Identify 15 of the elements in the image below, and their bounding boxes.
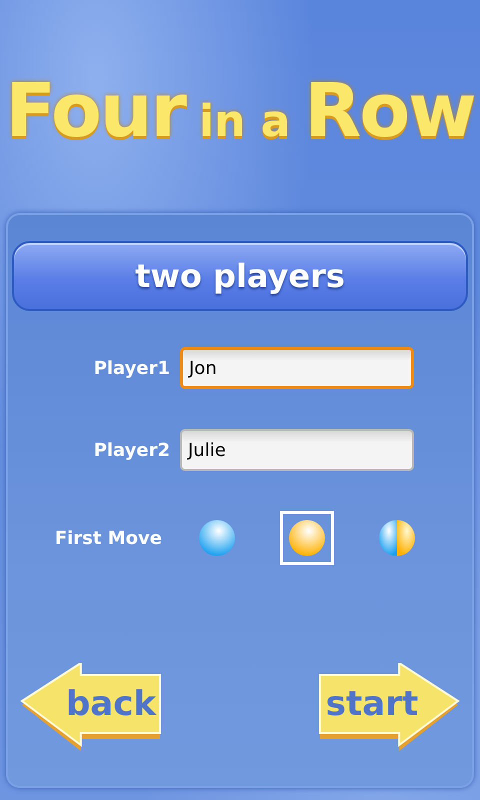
title-word: Row — [304, 68, 475, 154]
start-button[interactable]: start — [318, 663, 460, 753]
split-ball-icon — [377, 518, 417, 558]
player-label: Player2 — [92, 440, 171, 460]
title-word: Four — [5, 68, 185, 154]
ball-icon — [197, 518, 237, 558]
first-move-label: First Move — [54, 528, 163, 548]
ball-icon — [287, 518, 327, 558]
back-button[interactable]: back — [20, 663, 162, 753]
player-name-field[interactable]: Jon — [180, 347, 414, 389]
first-move-option[interactable] — [280, 511, 334, 565]
player-label: Player1 — [92, 358, 171, 378]
title-word: in a — [198, 96, 290, 147]
mode-button[interactable]: two players — [12, 241, 468, 311]
player-name-field[interactable]: Julie — [180, 429, 414, 471]
